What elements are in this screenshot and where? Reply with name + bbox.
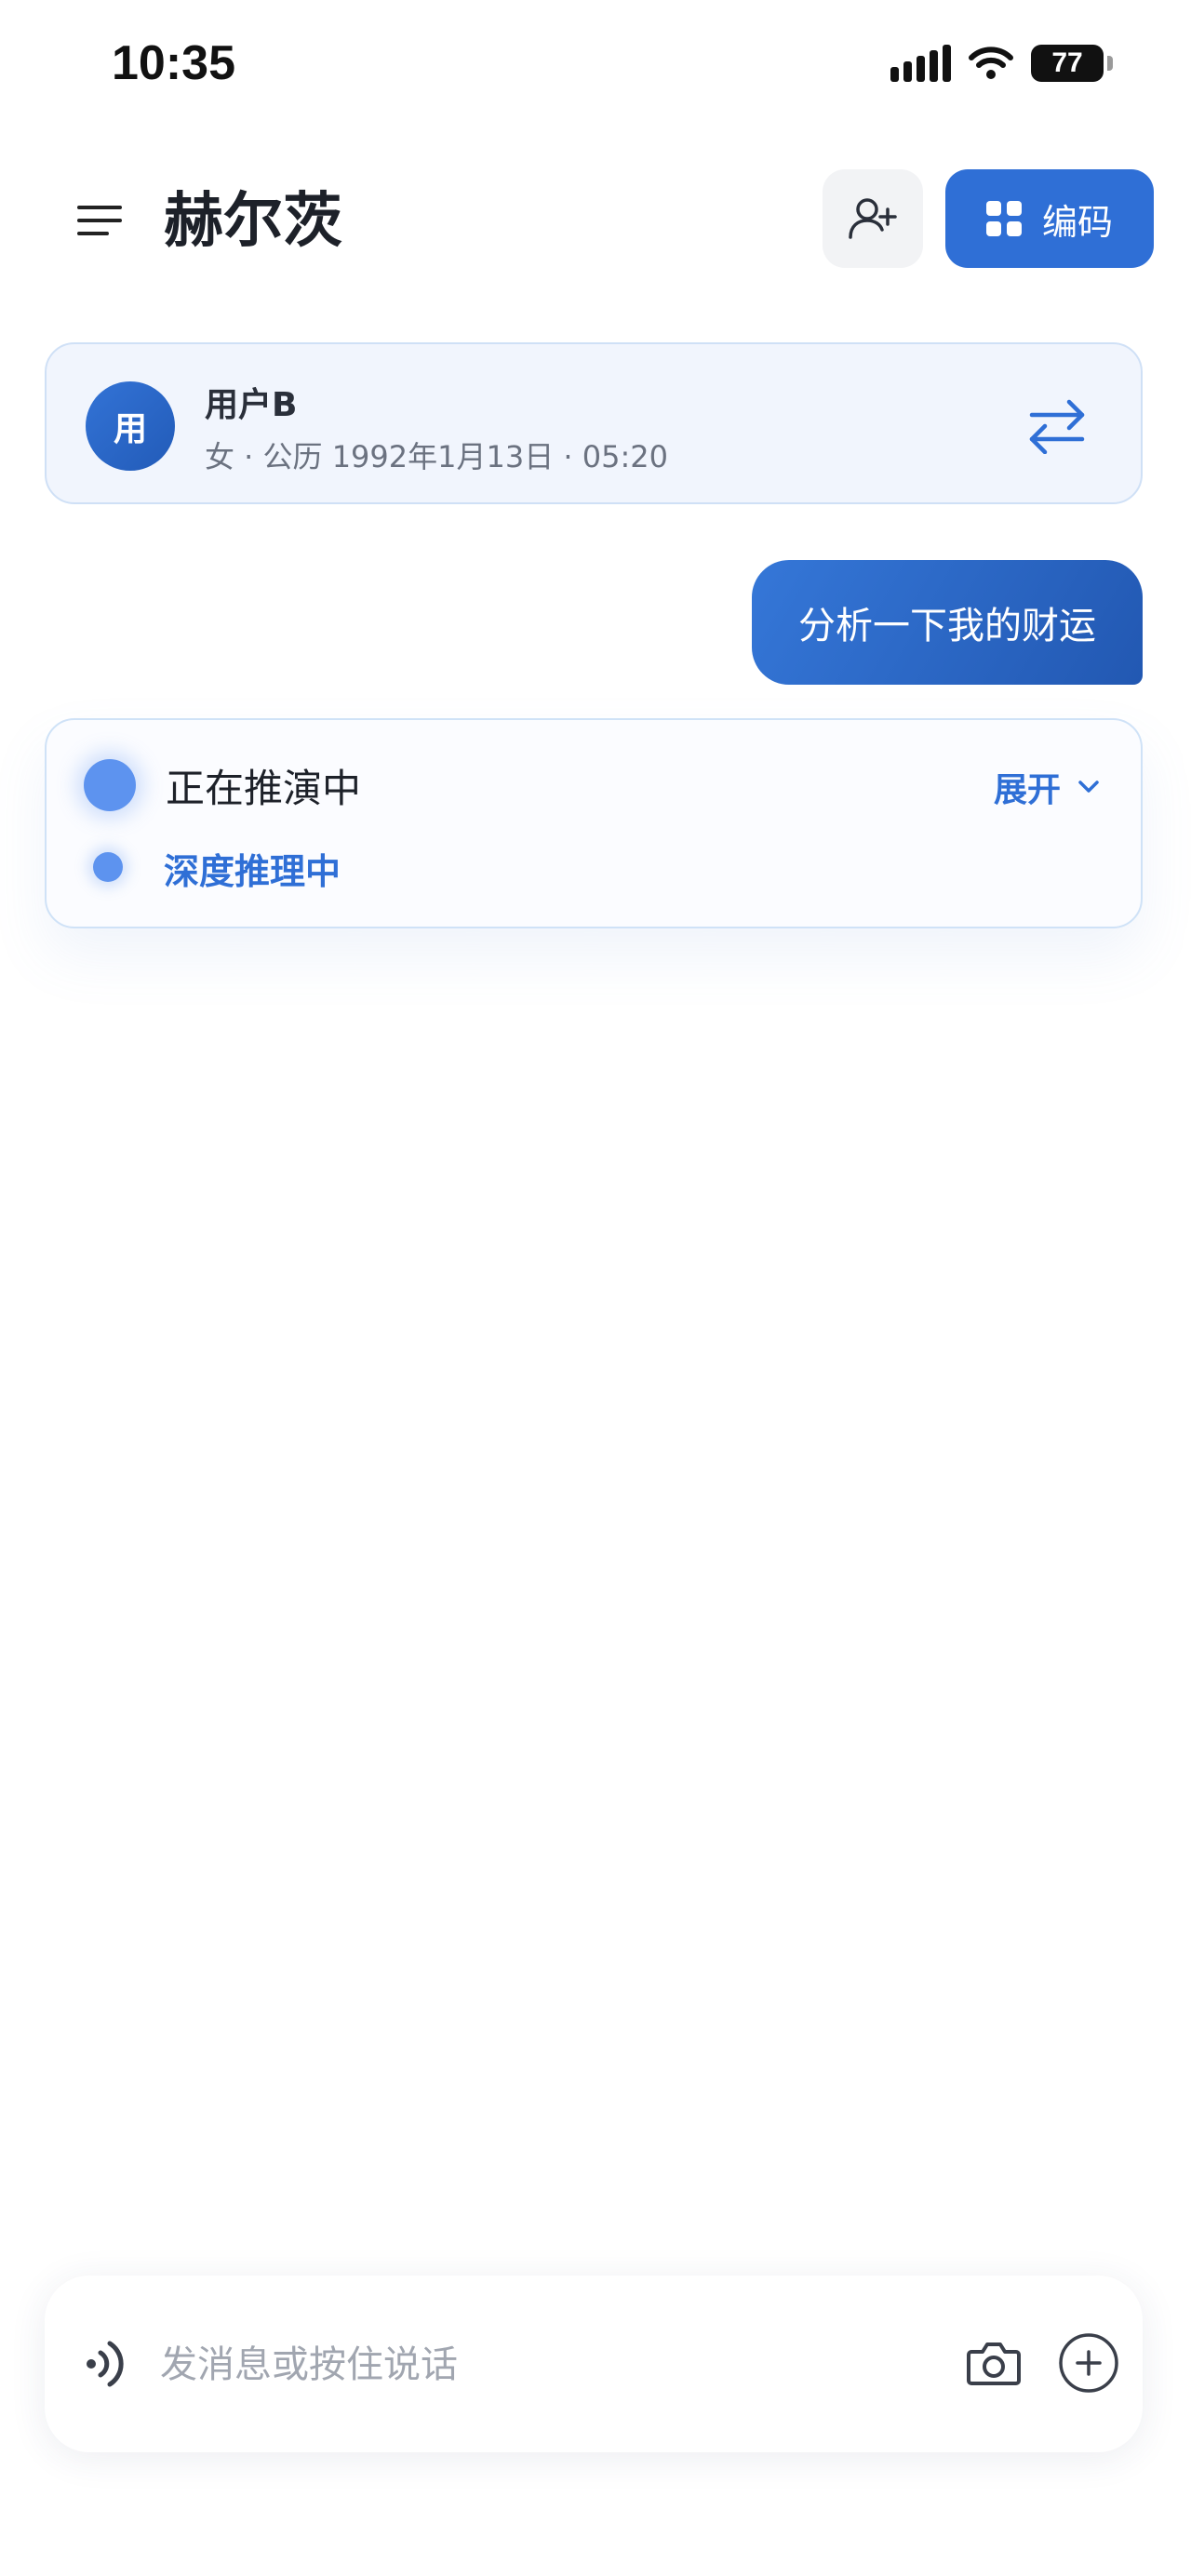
plus-circle-icon: [1059, 2333, 1118, 2393]
menu-button[interactable]: [65, 186, 134, 255]
app-header: 赫尔茨 编码: [0, 158, 1191, 279]
battery-tip: [1107, 56, 1113, 71]
battery-icon: 77: [1031, 45, 1104, 82]
user-message-bubble: 分析一下我的财运: [752, 560, 1143, 685]
reasoning-pulse-indicator: [84, 759, 136, 811]
code-button-label: 编码: [1041, 201, 1113, 243]
camera-button[interactable]: [958, 2328, 1029, 2398]
reasoning-step-label: 深度推理中: [164, 851, 341, 892]
cellular-signal-icon: [890, 45, 951, 82]
expand-label: 展开: [993, 771, 1061, 809]
status-icons: 77: [890, 45, 1113, 82]
swap-arrows-icon: [1029, 399, 1085, 454]
wifi-icon: [969, 47, 1013, 79]
message-composer: [45, 2276, 1143, 2452]
add-user-button[interactable]: [823, 169, 923, 268]
profile-name: 用户B: [205, 386, 298, 424]
message-input[interactable]: [160, 2328, 904, 2402]
reasoning-title: 正在推演中: [166, 766, 362, 811]
code-button[interactable]: 编码: [945, 169, 1154, 268]
chevron-down-icon: [1078, 781, 1099, 793]
switch-profile-button[interactable]: [1020, 389, 1094, 463]
camera-icon: [967, 2342, 1021, 2385]
profile-birth-info: 女 · 公历 1992年1月13日 · 05:20: [205, 439, 668, 474]
step-pulse-indicator: [93, 852, 123, 882]
reasoning-card: 正在推演中 展开 深度推理中: [45, 718, 1143, 928]
status-bar: 10:35 77: [0, 0, 1191, 140]
hamburger-menu-icon: [77, 206, 122, 235]
more-options-button[interactable]: [1053, 2328, 1124, 2398]
profile-card[interactable]: 用 用户B 女 · 公历 1992年1月13日 · 05:20: [45, 342, 1143, 504]
expand-toggle[interactable]: 展开: [994, 763, 1100, 811]
status-time: 10:35: [112, 36, 235, 90]
voice-input-button[interactable]: [73, 2331, 138, 2396]
add-user-icon: [849, 198, 897, 239]
page-title: 赫尔茨: [164, 187, 342, 256]
avatar: 用: [86, 381, 175, 471]
grid-icon: [985, 201, 1022, 236]
voice-wave-icon: [87, 2341, 124, 2387]
